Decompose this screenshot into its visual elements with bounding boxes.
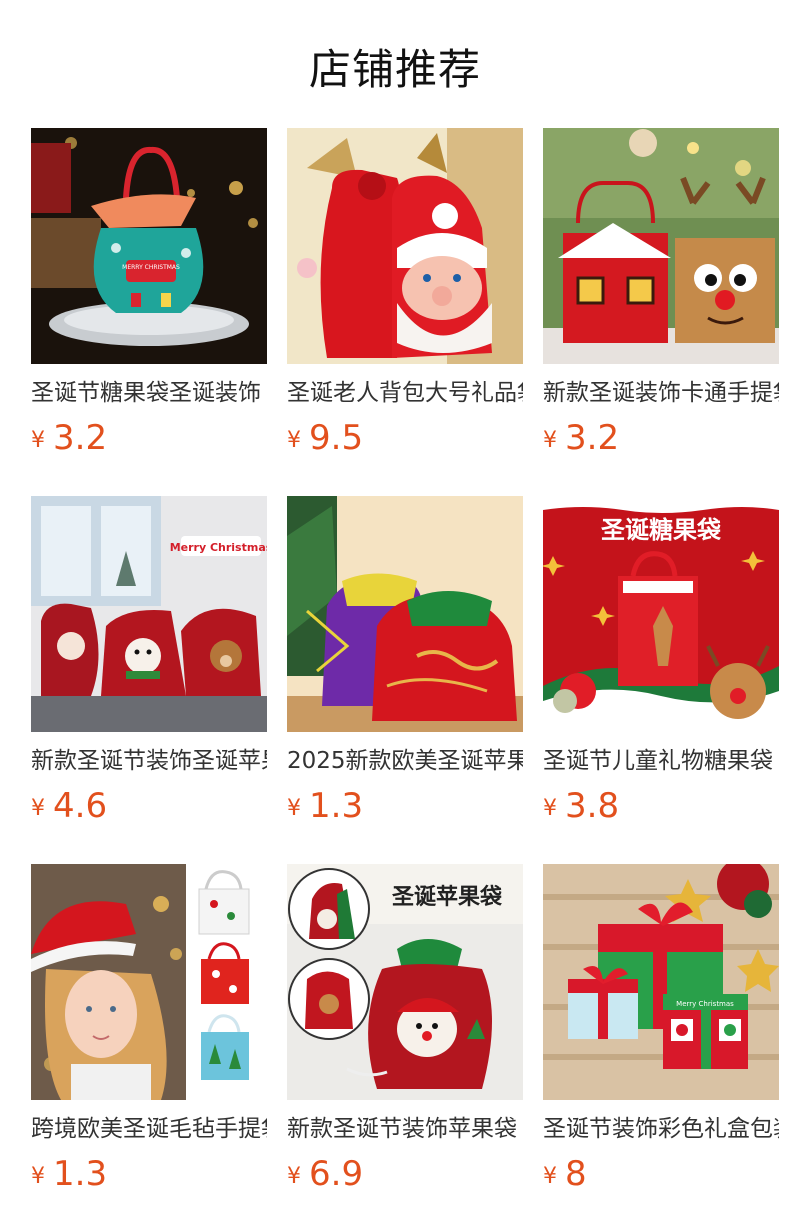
price-value: 6.9	[309, 1154, 364, 1194]
product-card[interactable]: Merry Christmas 新款圣诞节装饰圣诞苹果袋 ¥4.6	[31, 496, 267, 864]
price-value: 8	[565, 1154, 587, 1194]
product-name[interactable]: 2025新款欧美圣诞苹果袋	[287, 746, 523, 776]
currency-symbol: ¥	[287, 1164, 301, 1189]
product-name[interactable]: 新款圣诞节装饰苹果袋	[287, 1114, 523, 1144]
product-image[interactable]: MERRY CHRISTMAS	[31, 128, 267, 364]
product-image[interactable]	[543, 128, 779, 364]
product-price: ¥9.5	[287, 418, 523, 464]
svg-text:Merry Christmas: Merry Christmas	[676, 1000, 734, 1008]
product-name[interactable]: 跨境欧美圣诞毛毡手提袋	[31, 1114, 267, 1144]
product-card[interactable]: MERRY CHRISTMAS 圣诞节糖果袋圣诞装饰 ¥3.2	[31, 128, 267, 496]
currency-symbol: ¥	[287, 428, 301, 453]
product-name[interactable]: 圣诞节装饰彩色礼盒包装	[543, 1114, 779, 1144]
product-image[interactable]	[31, 864, 267, 1100]
product-image[interactable]	[287, 128, 523, 364]
product-image[interactable]: Merry Christmas	[543, 864, 779, 1100]
price-value: 4.6	[53, 786, 108, 826]
product-card[interactable]: 2025新款欧美圣诞苹果袋 ¥1.3	[287, 496, 523, 864]
product-image[interactable]: 圣诞苹果袋	[287, 864, 523, 1100]
product-name[interactable]: 圣诞节糖果袋圣诞装饰	[31, 378, 267, 408]
product-card[interactable]: Merry Christmas 圣诞节装饰彩色礼盒包装 ¥8	[543, 864, 779, 1232]
svg-text:MERRY CHRISTMAS: MERRY CHRISTMAS	[122, 264, 180, 271]
product-price: ¥1.3	[287, 786, 523, 832]
currency-symbol: ¥	[543, 1164, 557, 1189]
felt-house-reindeer-bags-image	[543, 128, 779, 364]
product-price: ¥3.2	[31, 418, 267, 464]
section-title: 店铺推荐	[308, 45, 481, 94]
svg-text:圣诞糖果袋: 圣诞糖果袋	[601, 516, 722, 544]
product-name[interactable]: 新款圣诞装饰卡通手提袋	[543, 378, 779, 408]
satin-drawstring-bags-image	[287, 496, 523, 732]
price-value: 9.5	[309, 418, 364, 458]
shop-recommendation-page: 店铺推荐 MERRY CHRISTMAS 圣诞节糖果袋圣诞装饰 ¥ 3.2 圣诞…	[0, 0, 790, 1232]
product-image[interactable]: Merry Christmas	[31, 496, 267, 732]
product-price: ¥1.3	[31, 1154, 267, 1200]
product-price: ¥6.9	[287, 1154, 523, 1200]
product-card[interactable]: 圣诞糖果袋 圣诞节儿童礼物糖果袋 ¥ 3.8	[543, 496, 779, 864]
price-value: 3.2	[53, 418, 108, 458]
currency-symbol: ¥	[31, 796, 45, 821]
apple-bag-poster-image: 圣诞苹果袋	[287, 864, 523, 1100]
product-card[interactable]: 跨境欧美圣诞毛毡手提袋 ¥1.3	[31, 864, 267, 1232]
candy-drawstring-bag-image: MERRY CHRISTMAS	[31, 128, 267, 364]
svg-text:圣诞苹果袋: 圣诞苹果袋	[392, 884, 503, 910]
product-price: ¥3.8	[543, 786, 779, 832]
product-card[interactable]: 圣诞老人背包大号礼品袋 ¥9.5	[287, 128, 523, 496]
currency-symbol: ¥	[31, 428, 45, 453]
currency-symbol: ¥	[287, 796, 301, 821]
price-value: 3.2	[565, 418, 620, 458]
product-price: ¥8	[543, 1154, 779, 1200]
product-image[interactable]	[287, 496, 523, 732]
product-price: ¥3.2	[543, 418, 779, 464]
product-card[interactable]: 新款圣诞装饰卡通手提袋 ¥3.2	[543, 128, 779, 496]
price-value: 1.3	[309, 786, 364, 826]
svg-text:Merry Christmas: Merry Christmas	[170, 541, 267, 554]
product-grid: MERRY CHRISTMAS 圣诞节糖果袋圣诞装饰 ¥3.2 圣诞老人背包大号…	[31, 128, 781, 1232]
product-card[interactable]: 圣诞苹果袋 新款圣诞节装饰苹果袋 ¥ 6.9	[287, 864, 523, 1232]
candy-bag-poster-image: 圣诞糖果袋	[543, 496, 779, 732]
product-name[interactable]: 圣诞节儿童礼物糖果袋	[543, 746, 779, 776]
product-name[interactable]: 圣诞老人背包大号礼品袋	[287, 378, 523, 408]
price-value: 3.8	[565, 786, 620, 826]
currency-symbol: ¥	[31, 1164, 45, 1189]
product-name[interactable]: 新款圣诞节装饰圣诞苹果袋	[31, 746, 267, 776]
product-price: ¥4.6	[31, 786, 267, 832]
girl-gift-bags-image	[31, 864, 267, 1100]
santa-bag-image	[287, 128, 523, 364]
gift-boxes-image: Merry Christmas	[543, 864, 779, 1100]
plaid-character-bags-image: Merry Christmas	[31, 496, 267, 732]
currency-symbol: ¥	[543, 796, 557, 821]
product-image[interactable]: 圣诞糖果袋	[543, 496, 779, 732]
currency-symbol: ¥	[543, 428, 557, 453]
price-value: 1.3	[53, 1154, 108, 1194]
